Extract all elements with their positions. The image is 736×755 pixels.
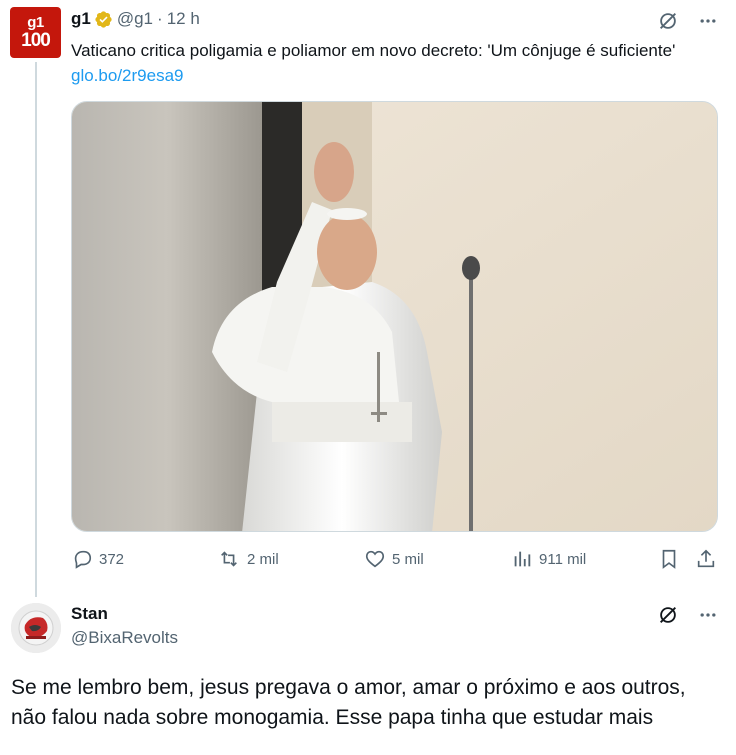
author-name[interactable]: g1 (71, 9, 91, 29)
views-action[interactable]: 911 mil (511, 548, 586, 570)
reply-header: Stan @BixaRevolts (71, 604, 178, 648)
timestamp[interactable]: 12 h (167, 9, 200, 29)
author-handle[interactable]: @g1 (117, 9, 153, 29)
share-action[interactable] (695, 548, 717, 570)
more-icon[interactable] (696, 603, 720, 627)
tweet-photo[interactable] (71, 101, 718, 532)
reply-icon (74, 550, 92, 569)
views-icon (514, 551, 531, 567)
like-icon (365, 550, 385, 568)
dot-separator: · (157, 9, 163, 28)
retweet-count: 2 mil (247, 550, 279, 568)
grok-icon[interactable] (656, 9, 680, 33)
avatar-stan[interactable] (11, 603, 61, 653)
stan-avatar-image (11, 603, 61, 653)
tweet-text: Vaticano critica poligamia e poliamor em… (71, 41, 676, 85)
like-count: 5 mil (392, 550, 424, 568)
share-icon (697, 549, 715, 568)
reply-count: 372 (99, 550, 125, 568)
tweet-actions: 372 2 mil 5 mil 911 mil (71, 548, 721, 574)
pope-waving-photo (72, 102, 717, 531)
like-action[interactable]: 5 mil (364, 548, 424, 570)
tweet-top-icons (656, 9, 720, 33)
tweet-link[interactable]: glo.bo/2r9esa9 (71, 66, 183, 85)
thread-line (35, 62, 37, 597)
reply-author-handle[interactable]: @BixaRevolts (71, 628, 178, 648)
reply-author-name[interactable]: Stan (71, 604, 108, 623)
reply-action[interactable]: 372 (71, 548, 124, 570)
retweet-icon (221, 551, 237, 567)
retweet-action[interactable]: 2 mil (217, 548, 279, 570)
tweet-header: g1 @g1 · 12 h (71, 9, 200, 29)
reply-top-icons (656, 603, 720, 627)
more-icon[interactable] (696, 9, 720, 33)
grok-icon[interactable] (656, 603, 680, 627)
avatar-g1[interactable]: g1 100 (10, 7, 61, 58)
bookmark-icon (662, 549, 676, 569)
reply-text: Se me lembro bem, jesus pregava o amor, … (11, 676, 686, 729)
bookmark-action[interactable] (658, 548, 680, 570)
views-count: 911 mil (539, 550, 587, 568)
verified-badge-icon (95, 10, 112, 28)
